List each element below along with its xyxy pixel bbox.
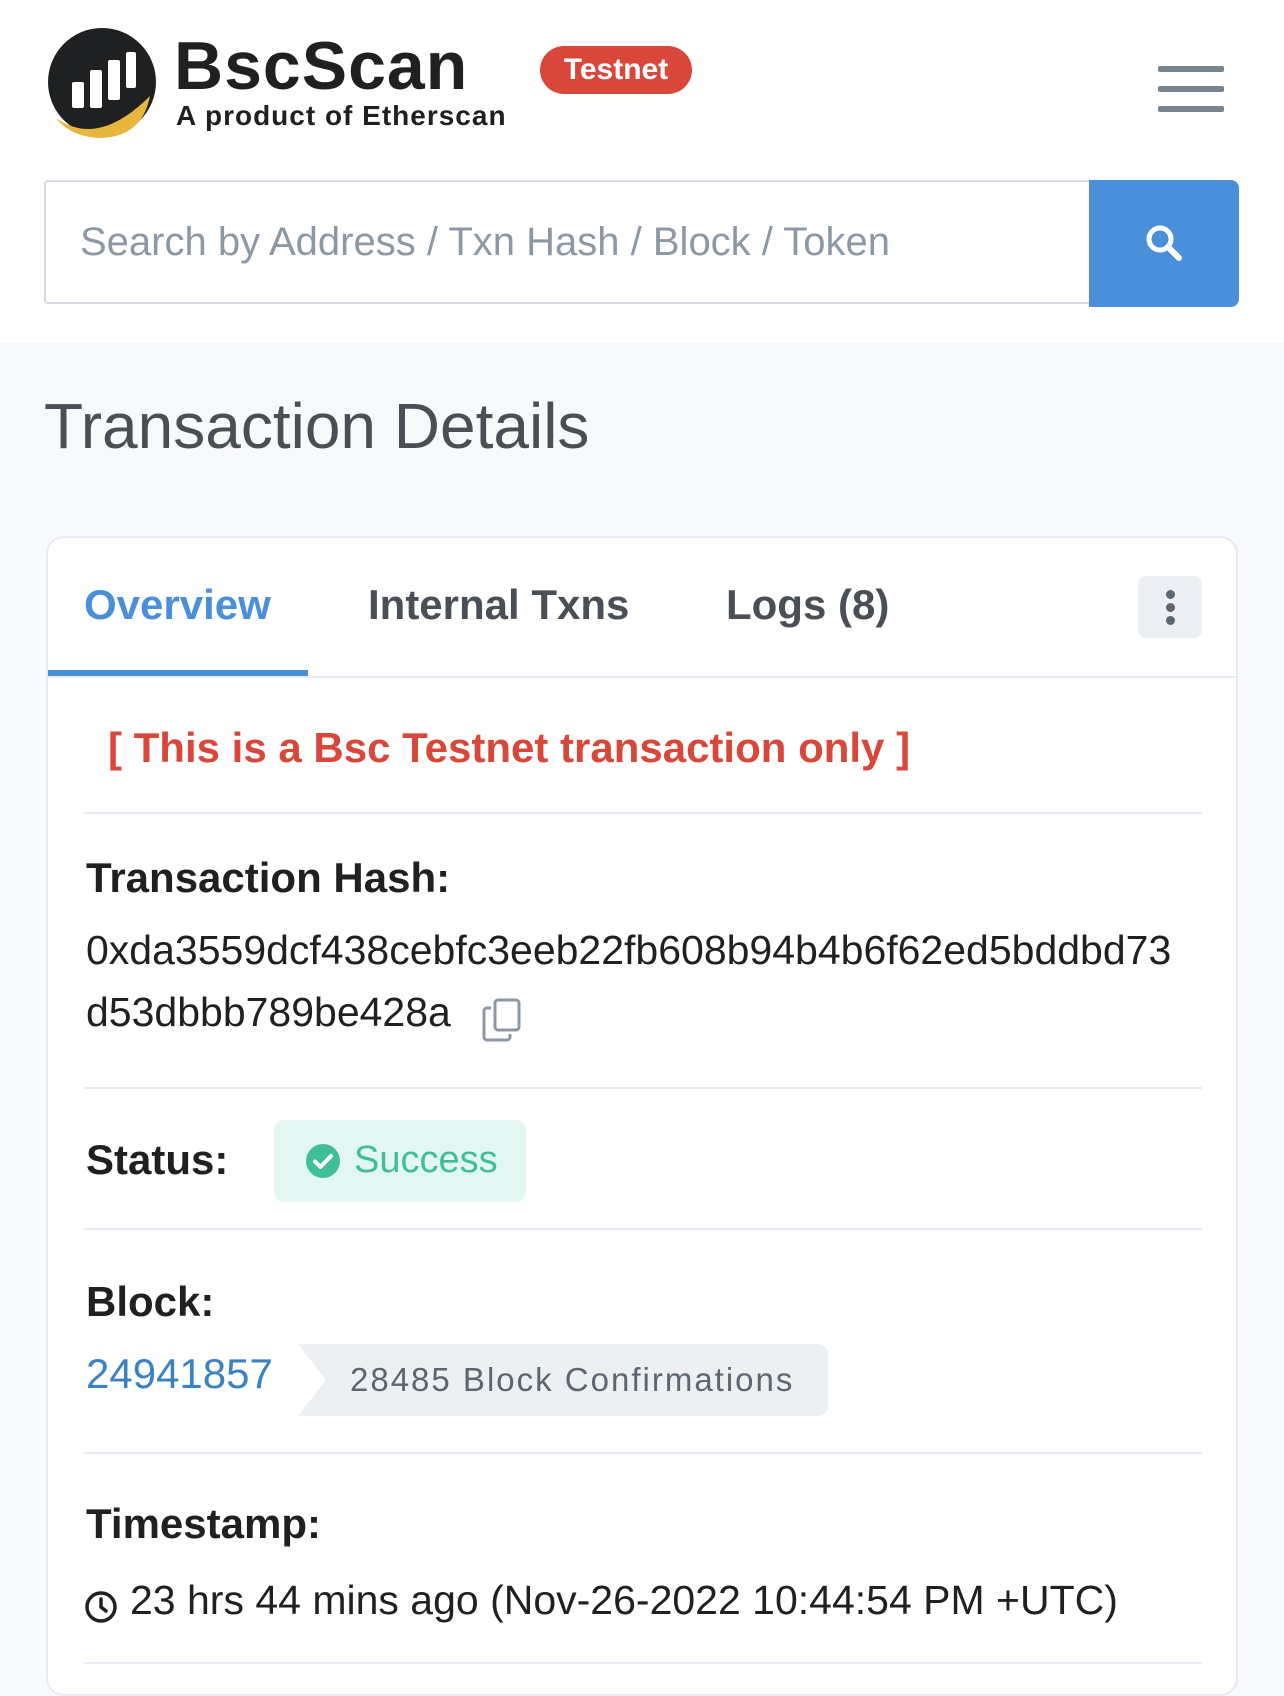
- brand-subtitle: A product of Etherscan: [176, 100, 507, 131]
- search-button[interactable]: [1089, 180, 1239, 307]
- site-header: BscScan A product of Etherscan Testnet: [0, 0, 1284, 343]
- transaction-hash-label: Transaction Hash:: [86, 854, 451, 901]
- hamburger-menu-button[interactable]: [1150, 60, 1226, 116]
- block-confirmations-badge: 28485 Block Confirmations: [298, 1344, 828, 1416]
- search-input[interactable]: [46, 182, 1090, 302]
- search-box: [44, 180, 1090, 304]
- transaction-hash-line-1: 0xda3559dcf438cebfc3eeb22fb608b94b4b6f62…: [86, 927, 1172, 973]
- more-options-button[interactable]: [1138, 576, 1202, 638]
- bscscan-logo-icon[interactable]: [46, 26, 162, 142]
- testnet-notice: [ This is a Bsc Testnet transaction only…: [108, 724, 911, 771]
- page-title: Transaction Details: [44, 390, 590, 462]
- divider: [84, 1452, 1202, 1454]
- block-label: Block:: [86, 1278, 215, 1325]
- tab-internal-txns[interactable]: Internal Txns: [368, 578, 629, 632]
- tab-logs[interactable]: Logs (8): [726, 578, 889, 632]
- clock-icon: [85, 1591, 117, 1623]
- tab-overview[interactable]: Overview: [84, 578, 271, 632]
- hamburger-icon: [1158, 66, 1224, 72]
- divider: [84, 812, 1202, 814]
- search-icon: [1146, 225, 1182, 261]
- check-circle-icon: [306, 1144, 340, 1178]
- divider: [84, 1087, 1202, 1089]
- status-badge: Success: [274, 1120, 526, 1202]
- timestamp-value: 23 hrs 44 mins ago (Nov-26-2022 10:44:54…: [130, 1577, 1118, 1623]
- more-vertical-icon: [1166, 590, 1175, 599]
- copy-icon[interactable]: [482, 998, 522, 1042]
- timestamp-label: Timestamp:: [86, 1500, 321, 1547]
- tab-bar: Overview Internal Txns Logs (8): [48, 538, 1236, 678]
- transaction-card: Overview Internal Txns Logs (8) [ This i…: [46, 536, 1238, 1696]
- status-value: Success: [354, 1139, 498, 1181]
- active-tab-indicator: [48, 670, 308, 676]
- testnet-badge: Testnet: [540, 46, 692, 94]
- transaction-hash-line-2: d53dbbb789be428a: [86, 989, 451, 1035]
- block-confirmations-text: 28485 Block Confirmations: [350, 1361, 795, 1398]
- brand-name[interactable]: BscScan: [174, 28, 468, 104]
- block-number-link[interactable]: 24941857: [86, 1348, 273, 1400]
- divider: [84, 1228, 1202, 1230]
- status-label: Status:: [86, 1136, 229, 1183]
